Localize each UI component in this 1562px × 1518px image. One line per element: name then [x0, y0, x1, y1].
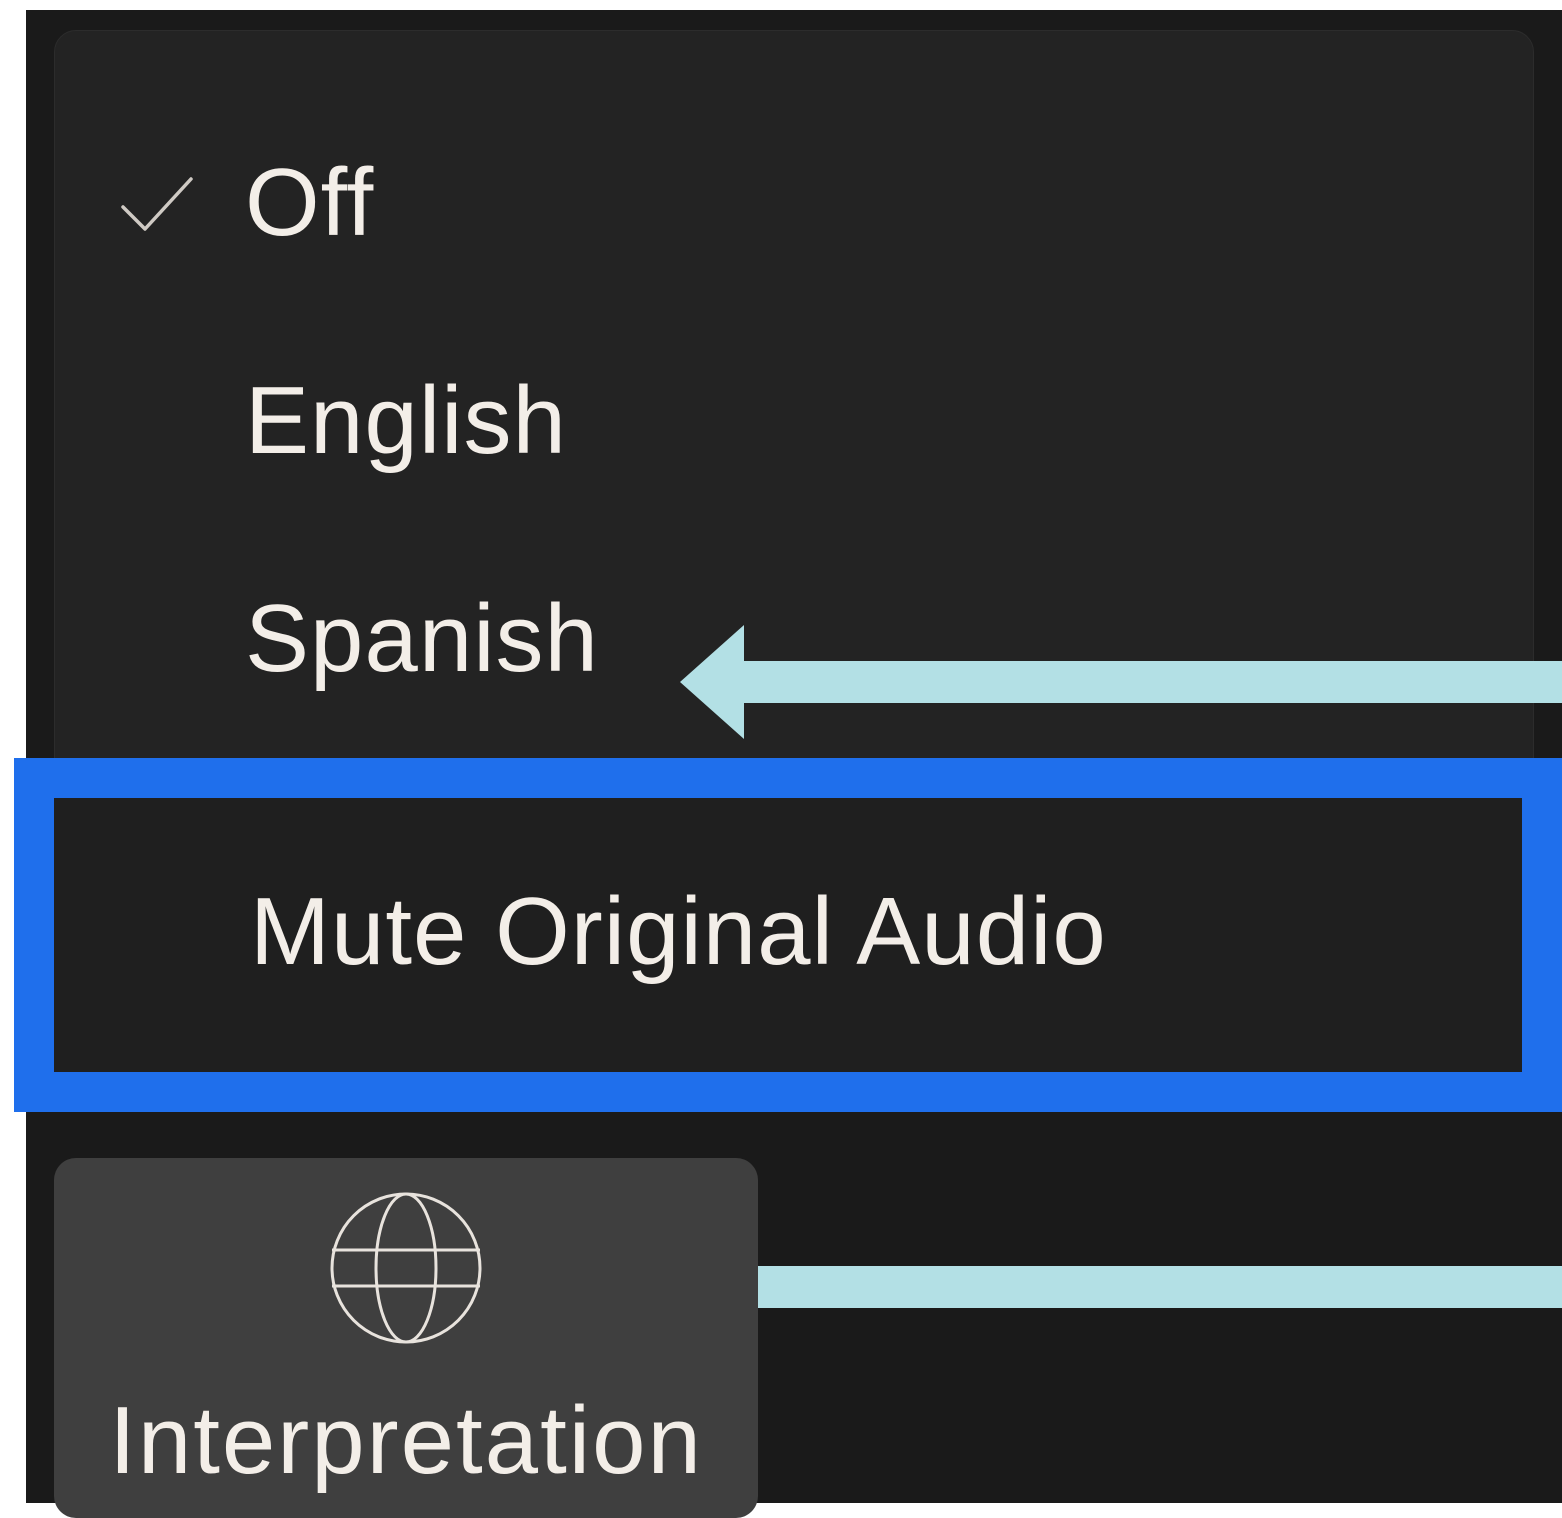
- globe-icon: [330, 1192, 482, 1344]
- menu-item-label: Spanish: [245, 585, 599, 692]
- highlight-box-edge: [1522, 758, 1562, 1112]
- menu-item-label: English: [245, 367, 567, 474]
- interpretation-label: Interpretation: [109, 1387, 703, 1494]
- menu-item-label: Off: [245, 149, 375, 256]
- menu-item-off[interactable]: Off: [55, 103, 1535, 303]
- checkmark-icon: [121, 177, 193, 231]
- menu-item-spanish[interactable]: Spanish: [55, 539, 1535, 739]
- menu-item-english[interactable]: English: [55, 321, 1535, 521]
- interpretation-button[interactable]: Interpretation: [54, 1158, 758, 1518]
- menu-item-label: Mute Original Audio: [250, 878, 1107, 985]
- menu-item-mute-original-audio[interactable]: Mute Original Audio: [54, 798, 1522, 1072]
